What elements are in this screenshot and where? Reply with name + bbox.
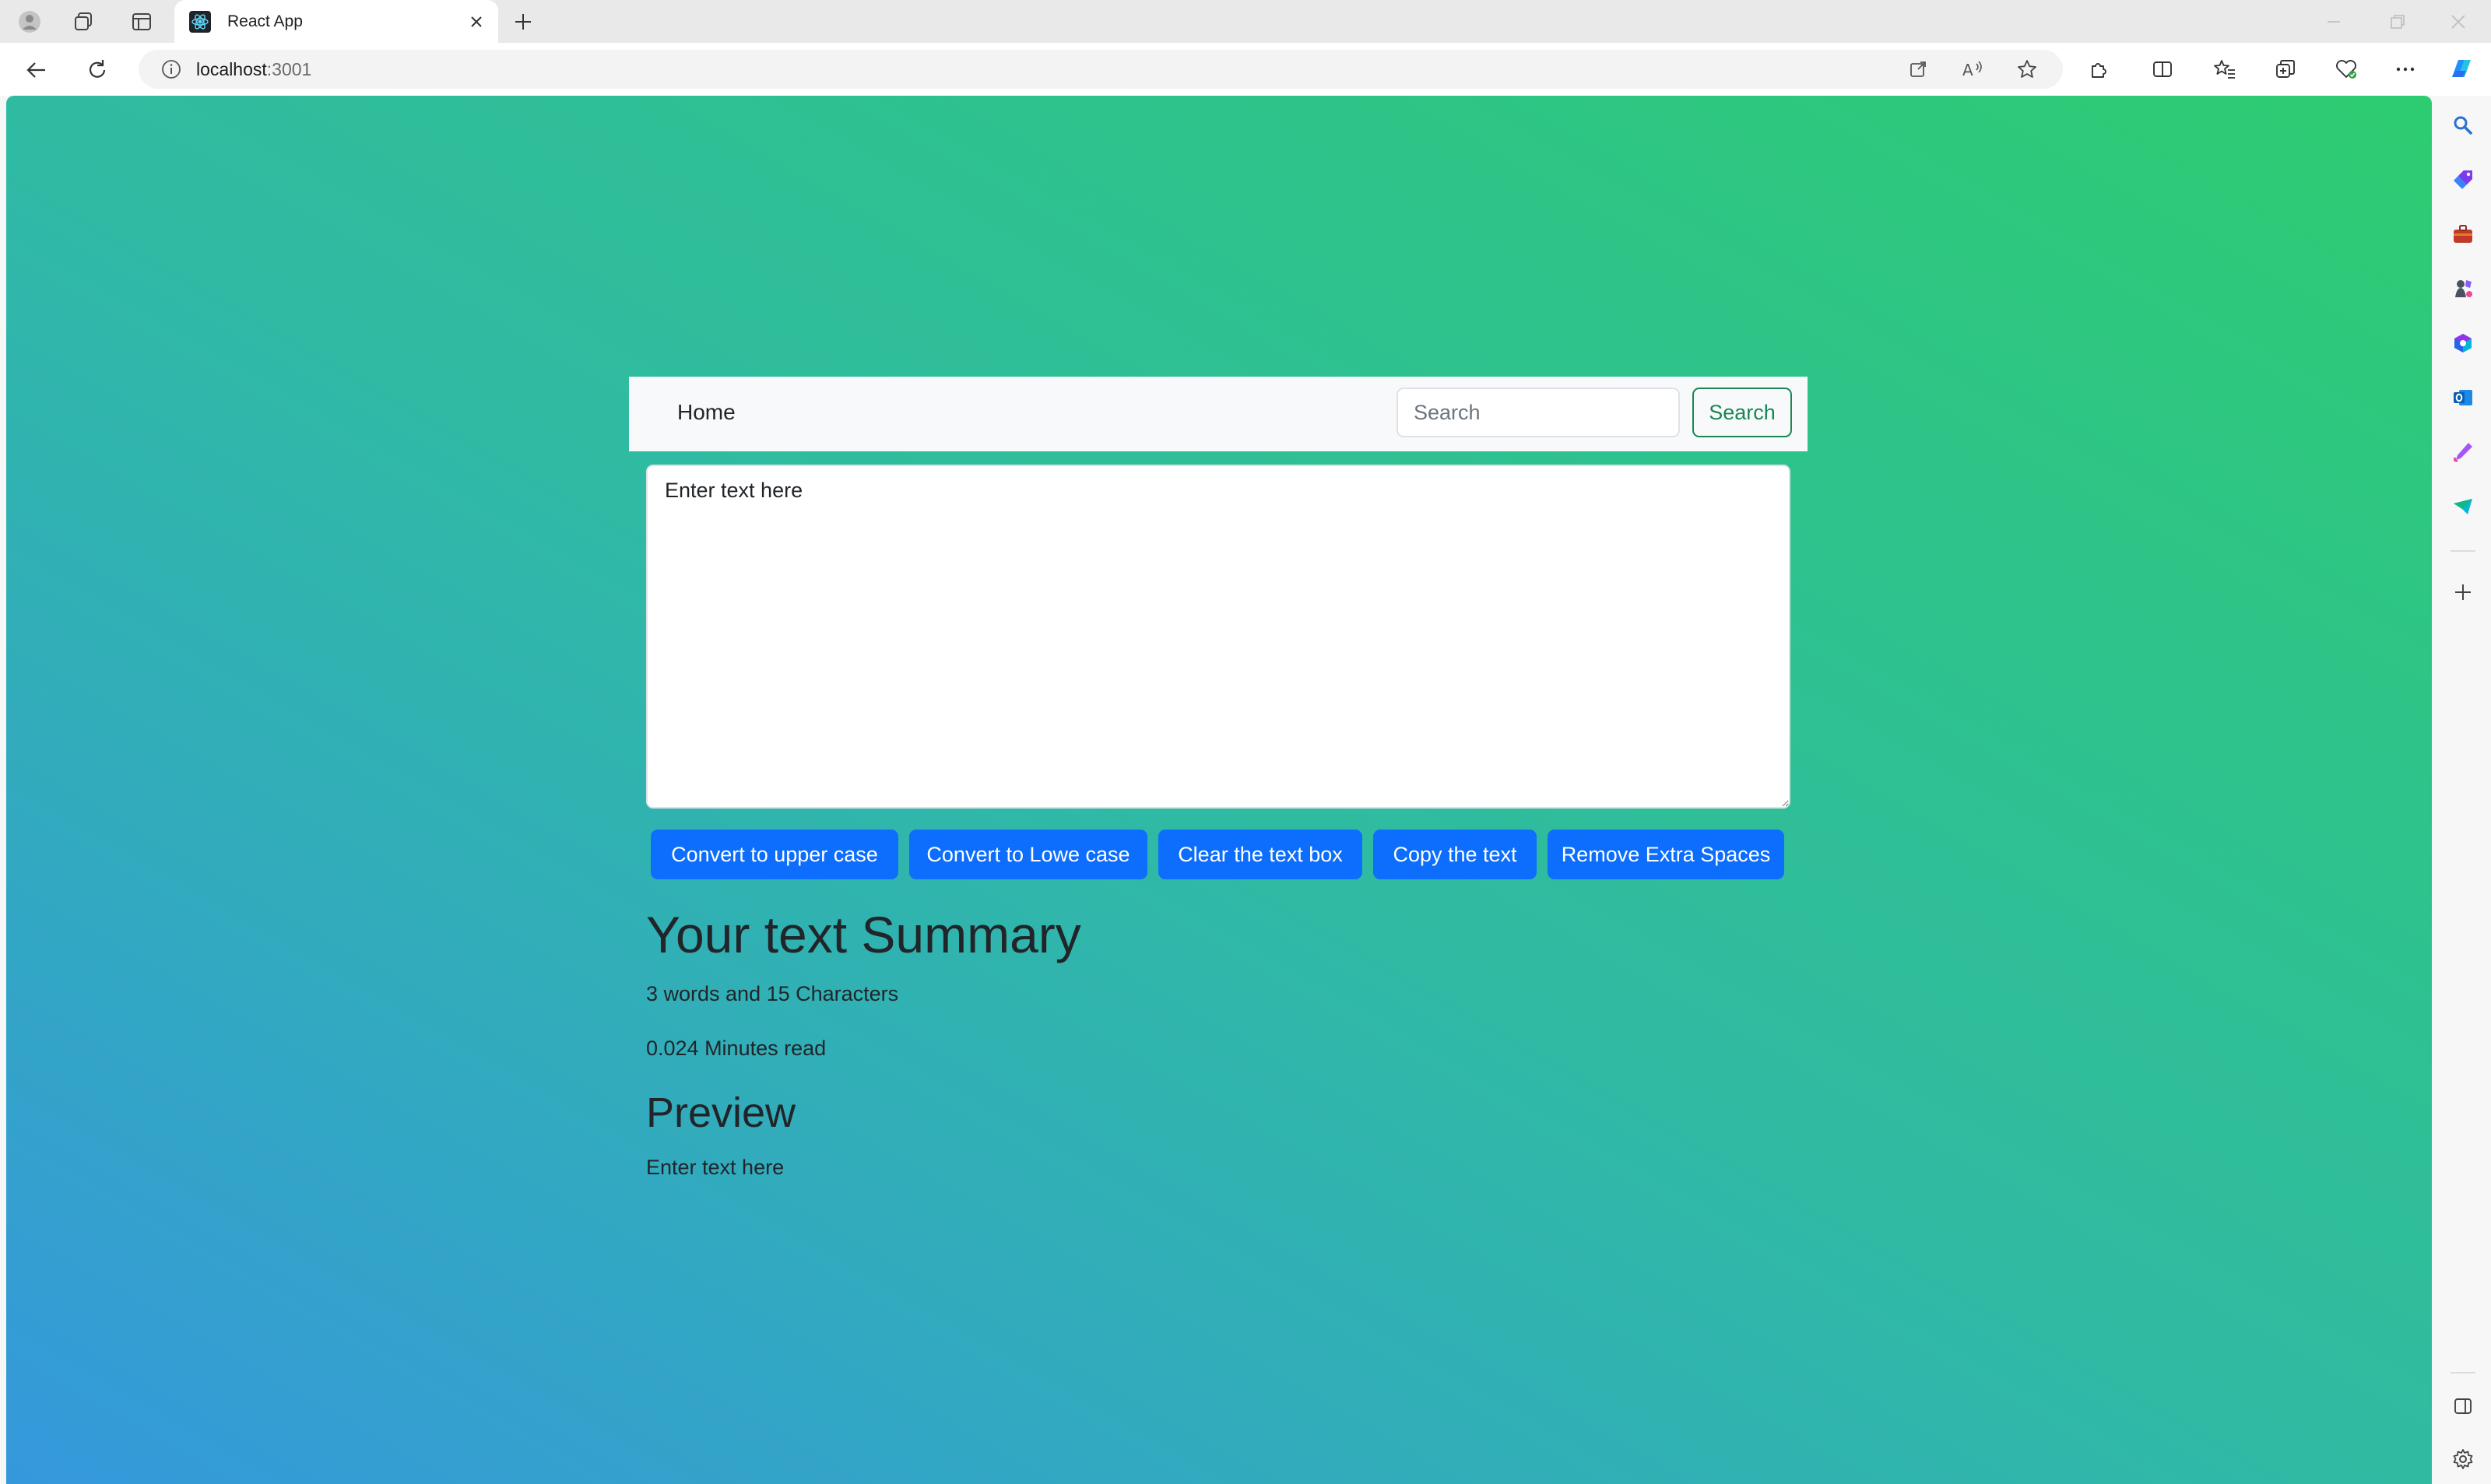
search-input[interactable]: [1397, 388, 1680, 437]
minimize-icon[interactable]: [2318, 6, 2349, 37]
preview-heading: Preview: [646, 1089, 796, 1136]
address-bar[interactable]: localhost:3001 A: [139, 50, 2063, 89]
close-tab-icon[interactable]: [461, 6, 492, 37]
restore-icon[interactable]: [2382, 6, 2413, 37]
split-screen-icon[interactable]: [2147, 54, 2178, 85]
react-logo-icon: [188, 10, 212, 33]
site-info-icon[interactable]: [156, 54, 187, 85]
settings-gear-icon[interactable]: [2446, 1442, 2480, 1476]
copy-text-button[interactable]: Copy the text: [1373, 830, 1537, 879]
new-tab-icon[interactable]: [508, 8, 539, 36]
search-button[interactable]: Search: [1692, 388, 1792, 437]
remove-spaces-button[interactable]: Remove Extra Spaces: [1548, 830, 1784, 879]
active-tab[interactable]: React App: [174, 0, 498, 43]
copilot-icon[interactable]: [2446, 54, 2477, 85]
app-navbar: Home Search: [629, 377, 1808, 451]
tools-briefcase-icon[interactable]: [2446, 217, 2480, 251]
more-options-icon[interactable]: [2390, 54, 2421, 85]
summary-heading: Your text Summary: [646, 906, 1081, 963]
close-window-icon[interactable]: [2443, 6, 2474, 37]
games-icon[interactable]: [2446, 272, 2480, 306]
collections-icon[interactable]: [2270, 54, 2301, 85]
lowercase-button[interactable]: Convert to Lowe case: [909, 830, 1147, 879]
read-aloud-icon[interactable]: A: [1957, 54, 1988, 85]
add-sidebar-app-icon[interactable]: [2446, 575, 2480, 609]
word-char-count: 3 words and 15 Characters: [646, 982, 899, 1005]
outlook-icon[interactable]: [2446, 381, 2480, 415]
url-text: localhost:3001: [196, 59, 311, 80]
tab-title: React App: [227, 12, 303, 30]
browser-essentials-icon[interactable]: [2331, 54, 2362, 85]
open-in-app-icon[interactable]: [1903, 54, 1934, 85]
nav-home-link[interactable]: Home: [677, 400, 736, 425]
sidebar-divider-bottom: [2451, 1372, 2475, 1373]
page-viewport: Home Search Convert to upper case Conver…: [6, 96, 2432, 1484]
url-port: :3001: [266, 58, 312, 79]
tab-strip: React App: [0, 0, 2491, 43]
workspaces-icon[interactable]: [70, 8, 98, 36]
hide-sidebar-icon[interactable]: [2446, 1389, 2480, 1423]
svg-text:A: A: [1962, 61, 1973, 79]
designer-icon[interactable]: [2446, 435, 2480, 469]
vertical-tabs-icon[interactable]: [128, 8, 156, 36]
browser-toolbar: localhost:3001 A: [0, 43, 2491, 96]
read-time: 0.024 Minutes read: [646, 1037, 827, 1060]
clear-text-button[interactable]: Clear the text box: [1158, 830, 1362, 879]
preview-text: Enter text here: [646, 1156, 785, 1179]
edge-sidebar: [2435, 96, 2491, 1484]
back-icon[interactable]: [20, 54, 53, 86]
refresh-icon[interactable]: [81, 54, 114, 86]
url-host: localhost: [196, 58, 267, 79]
drop-send-icon[interactable]: [2446, 489, 2480, 524]
microsoft-365-icon[interactable]: [2446, 326, 2480, 360]
search-icon[interactable]: [2446, 108, 2480, 142]
favorites-icon[interactable]: [2209, 54, 2240, 85]
favorite-star-icon[interactable]: [2011, 54, 2043, 85]
profile-icon[interactable]: [16, 8, 44, 36]
sidebar-divider: [2451, 550, 2475, 552]
uppercase-button[interactable]: Convert to upper case: [651, 830, 898, 879]
extensions-icon[interactable]: [2083, 54, 2114, 85]
shopping-tag-icon[interactable]: [2446, 163, 2480, 197]
text-input-area[interactable]: [646, 465, 1790, 809]
